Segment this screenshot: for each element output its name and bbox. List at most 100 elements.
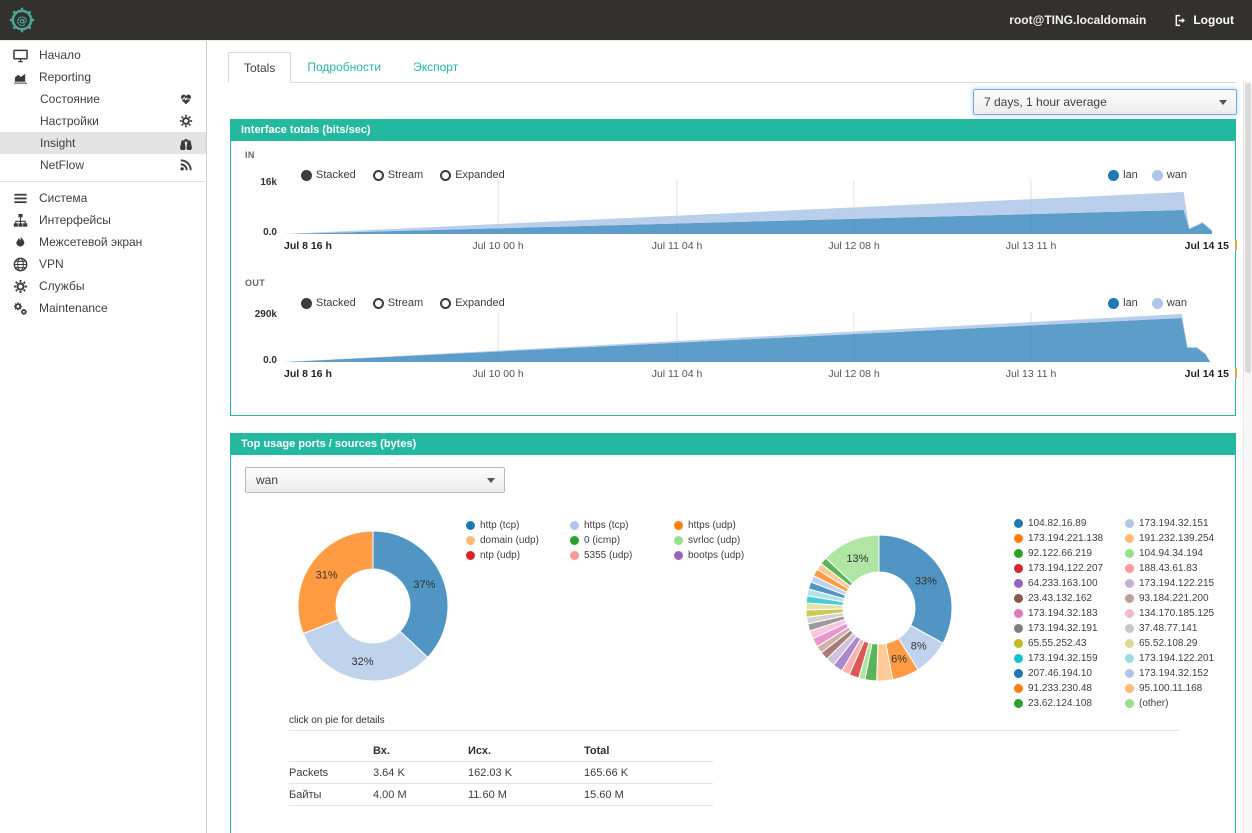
sidebar-item-label: Межсетевой экран [39, 235, 142, 249]
legend-item[interactable]: 173.194.32.191 [1014, 623, 1125, 634]
sidebar-item-health[interactable]: Состояние [0, 88, 206, 110]
legend-item[interactable]: http (tcp) [466, 520, 570, 531]
legend-dot [570, 521, 579, 530]
gear-icon [13, 279, 28, 294]
sidebar-item-home[interactable]: Начало [0, 44, 206, 66]
legend-item[interactable]: 65.55.252.43 [1014, 638, 1125, 649]
legend-item[interactable]: https (tcp) [570, 520, 674, 531]
sidebar-item-settings[interactable]: Настройки [0, 110, 206, 132]
ports-donut-chart[interactable]: 37%32%31% [293, 526, 453, 686]
sidebar-item-maintenance[interactable]: Maintenance [0, 297, 206, 319]
legend-item[interactable]: 23.43.132.162 [1014, 593, 1125, 604]
legend-item[interactable]: 173.194.221.138 [1014, 533, 1125, 544]
sources-donut-chart[interactable]: 33%8%6%13% [799, 528, 959, 688]
binoculars-icon [179, 136, 193, 150]
legend-item[interactable]: domain (udp) [466, 535, 570, 546]
in-area-chart[interactable] [284, 180, 1229, 236]
legend-item[interactable]: 104.82.16.89 [1014, 518, 1125, 529]
legend-item[interactable]: ntp (udp) [466, 550, 570, 561]
svg-text:@: @ [17, 14, 28, 27]
legend-item[interactable]: 173.194.122.201 [1125, 653, 1236, 664]
table-row: Байты4.00 M11.60 M15.60 M [289, 784, 713, 806]
legend-item[interactable]: 173.194.122.207 [1014, 563, 1125, 574]
legend-dot [1014, 669, 1023, 678]
legend-item[interactable]: 95.100.11.168 [1125, 683, 1236, 694]
legend-item[interactable]: (other) [1125, 698, 1236, 709]
legend-item[interactable]: 173.194.32.183 [1014, 608, 1125, 619]
radio-dot [373, 170, 384, 181]
legend-dot [1014, 609, 1023, 618]
legend-item[interactable]: 65.52.108.29 [1125, 638, 1236, 649]
desktop-icon [13, 48, 28, 63]
legend-item[interactable]: 104.94.34.194 [1125, 548, 1236, 559]
legend-dot [1014, 579, 1023, 588]
legend-item[interactable]: 93.184.221.200 [1125, 593, 1236, 604]
legend-dot [1014, 564, 1023, 573]
table-cell: Байты [289, 784, 373, 806]
out-area-chart[interactable] [284, 312, 1229, 364]
panel-title: Top usage ports / sources (bytes) [231, 434, 1235, 455]
interface-select[interactable]: wan [245, 467, 505, 493]
legend-item[interactable]: 0 (icmp) [570, 535, 674, 546]
heartbeat-icon [179, 92, 193, 106]
scrollbar[interactable] [1243, 81, 1252, 833]
table-header [289, 740, 373, 762]
pie-hint-text: click on pie for details [289, 715, 385, 726]
x-tick: Jul 14 15 [1185, 368, 1229, 380]
logout-button[interactable]: Logout [1174, 13, 1234, 27]
legend-item[interactable]: 188.43.61.83 [1125, 563, 1236, 574]
legend-item[interactable]: 173.194.32.159 [1014, 653, 1125, 664]
sidebar-item-firewall[interactable]: Межсетевой экран [0, 231, 206, 253]
legend-item[interactable]: 92.122.66.219 [1014, 548, 1125, 559]
legend-dot [570, 551, 579, 560]
legend-dot [1125, 534, 1134, 543]
legend-item[interactable]: 191.232.139.254 [1125, 533, 1236, 544]
sidebar-divider [0, 181, 206, 182]
legend-item[interactable]: https (udp) [674, 520, 784, 531]
legend-item[interactable]: 37.48.77.141 [1125, 623, 1236, 634]
scrollbar-thumb[interactable] [1245, 83, 1251, 373]
legend-item[interactable]: 5355 (udp) [570, 550, 674, 561]
legend-item[interactable]: 134.170.185.125 [1125, 608, 1236, 619]
pie-slice[interactable] [879, 535, 952, 643]
legend-item-lan[interactable]: lan [1108, 297, 1138, 309]
sidebar-item-label: NetFlow [40, 158, 179, 172]
radio-expanded[interactable]: Expanded [440, 297, 505, 309]
legend-item[interactable]: bootps (udp) [674, 550, 784, 561]
legend-item[interactable]: 173.194.32.152 [1125, 668, 1236, 679]
legend-item[interactable]: 173.194.122.215 [1125, 578, 1236, 589]
out-section-label: OUT [245, 278, 265, 288]
radio-stream[interactable]: Stream [373, 297, 423, 309]
sidebar-item-insight[interactable]: Insight [0, 132, 206, 154]
sidebar-item-vpn[interactable]: VPN [0, 253, 206, 275]
interface-select-value: wan [256, 473, 278, 487]
sidebar-item-system[interactable]: Система [0, 187, 206, 209]
sidebar-item-label: Maintenance [39, 301, 108, 315]
pie-slice[interactable] [373, 531, 448, 657]
legend-item-wan[interactable]: wan [1152, 297, 1187, 309]
legend-item[interactable]: 23.62.124.108 [1014, 698, 1125, 709]
legend-dot [570, 536, 579, 545]
legend-item[interactable]: 91.233.230.48 [1014, 683, 1125, 694]
period-select[interactable]: 7 days, 1 hour average [973, 89, 1237, 115]
radio-stacked[interactable]: Stacked [301, 297, 356, 309]
sidebar-item-netflow[interactable]: NetFlow [0, 154, 206, 176]
tab-totals[interactable]: Totals [228, 52, 291, 83]
pie-slice[interactable] [298, 531, 373, 634]
sidebar-item-reporting[interactable]: Reporting [0, 66, 206, 88]
sidebar-item-interfaces[interactable]: Интерфейсы [0, 209, 206, 231]
sidebar-item-label: Состояние [40, 92, 179, 106]
legend-dot [1014, 519, 1023, 528]
opnsense-logo-icon[interactable]: @ [8, 6, 36, 34]
legend-item[interactable]: svrloc (udp) [674, 535, 784, 546]
legend-dot [1125, 564, 1134, 573]
tab-details[interactable]: Подробности [291, 51, 397, 82]
legend-item[interactable]: 64.233.163.100 [1014, 578, 1125, 589]
legend-item[interactable]: 173.194.32.151 [1125, 518, 1236, 529]
time-marker [1235, 368, 1237, 378]
legend-item[interactable]: 207.46.194.10 [1014, 668, 1125, 679]
legend-dot [1125, 579, 1134, 588]
sidebar-item-services[interactable]: Службы [0, 275, 206, 297]
panel-title: Interface totals (bits/sec) [231, 120, 1235, 141]
tab-export[interactable]: Экспорт [397, 51, 474, 82]
